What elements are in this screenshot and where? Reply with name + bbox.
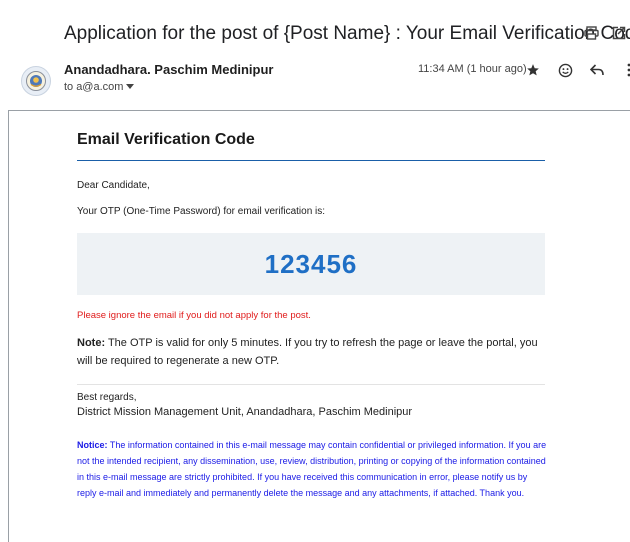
subject-actions	[583, 24, 627, 42]
notice-text: The information contained in this e-mail…	[77, 440, 547, 498]
organization-logo-icon	[26, 71, 46, 91]
confidentiality-notice: Notice: The information contained in thi…	[77, 437, 547, 501]
message-actions	[524, 61, 630, 79]
note-label: Note:	[77, 337, 106, 349]
recipient-line[interactable]: to a@a.com	[64, 81, 135, 93]
chevron-down-icon[interactable]	[126, 81, 135, 93]
more-vert-icon[interactable]	[620, 61, 630, 79]
email-body-frame: Email Verification Code Dear Candidate, …	[8, 110, 630, 542]
note-text: The OTP is valid for only 5 minutes. If …	[77, 337, 538, 367]
notice-label: Notice:	[77, 440, 108, 450]
signature: District Mission Management Unit, Ananda…	[77, 406, 413, 418]
recipient-address: a@a.com	[76, 81, 124, 93]
print-icon[interactable]	[583, 24, 599, 42]
star-icon[interactable]	[524, 61, 542, 79]
ignore-warning: Please ignore the email if you did not a…	[77, 310, 311, 321]
title-divider	[77, 160, 545, 161]
closing: Best regards,	[77, 392, 137, 403]
reply-icon[interactable]	[588, 61, 606, 79]
sender-avatar	[21, 66, 51, 96]
emoji-reaction-icon[interactable]	[556, 61, 574, 79]
email-timestamp: 11:34 AM (1 hour ago)	[418, 63, 527, 75]
otp-intro: Your OTP (One-Time Password) for email v…	[77, 206, 326, 217]
recipient-prefix: to	[64, 81, 74, 93]
otp-box: 123456	[77, 233, 545, 295]
otp-code: 123456	[264, 248, 358, 279]
email-subject: Application for the post of {Post Name} …	[64, 23, 630, 44]
open-in-new-window-icon[interactable]	[611, 24, 627, 42]
email-body-title: Email Verification Code	[77, 131, 255, 148]
sender-name: Anandadhara. Paschim Medinipur	[64, 62, 274, 77]
greeting: Dear Candidate,	[77, 180, 150, 191]
signature-divider	[77, 384, 545, 385]
otp-validity-note: Note: The OTP is valid for only 5 minute…	[77, 334, 545, 370]
